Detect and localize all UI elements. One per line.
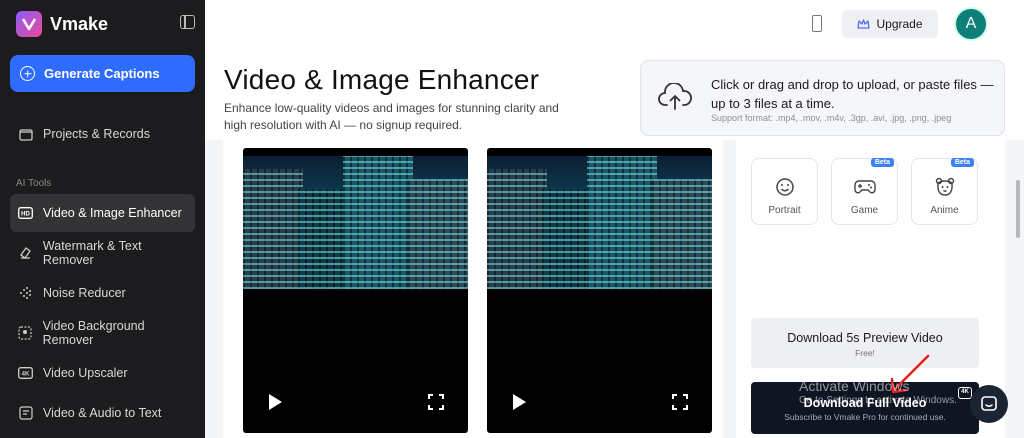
folder-icon bbox=[18, 127, 33, 142]
crown-icon bbox=[857, 18, 871, 29]
sidebar-item-label: Video Upscaler bbox=[43, 366, 128, 380]
sidebar-item-video-image-enhancer[interactable]: HD Video & Image Enhancer bbox=[10, 194, 195, 232]
beta-badge: Beta bbox=[950, 158, 974, 167]
sidebar-item-label: Video & Audio to Text bbox=[43, 406, 162, 420]
upload-dropzone[interactable]: Click or drag and drop to upload, or pas… bbox=[640, 60, 1005, 136]
noise-icon bbox=[18, 286, 33, 301]
svg-text:4K: 4K bbox=[22, 372, 30, 378]
brand-name: Vmake bbox=[50, 13, 109, 34]
mobile-icon[interactable] bbox=[812, 15, 822, 32]
upload-instructions: Click or drag and drop to upload, or pas… bbox=[711, 77, 994, 111]
upgrade-label: Upgrade bbox=[876, 17, 923, 31]
red-arrow-annotation-icon bbox=[890, 354, 930, 394]
cutout-icon bbox=[18, 326, 33, 341]
smile-icon bbox=[775, 178, 794, 196]
plus-circle-icon bbox=[20, 66, 35, 81]
4k-badge-icon: 4K bbox=[958, 387, 972, 399]
preview-area bbox=[223, 140, 723, 438]
generate-captions-button[interactable]: Generate Captions bbox=[10, 55, 195, 92]
bear-face-icon bbox=[935, 177, 954, 196]
4k-icon: 4K bbox=[18, 366, 33, 381]
play-icon[interactable] bbox=[269, 394, 282, 410]
download-preview-button[interactable]: Download 5s Preview Video Free! bbox=[751, 318, 979, 368]
brand[interactable]: Vmake bbox=[16, 9, 108, 39]
sidebar-item-video-upscaler[interactable]: 4K Video Upscaler bbox=[10, 354, 195, 392]
enhanced-video-player[interactable] bbox=[487, 148, 712, 433]
generate-captions-label: Generate Captions bbox=[44, 66, 160, 81]
top-bar: Upgrade A bbox=[205, 0, 1024, 48]
sidebar: Vmake Generate Captions Projects & Recor… bbox=[0, 0, 205, 438]
page-subtitle: Enhance low-quality videos and images fo… bbox=[224, 101, 559, 132]
vmake-logo-icon bbox=[16, 11, 42, 37]
sidebar-item-background-remover[interactable]: Video Background Remover bbox=[10, 314, 195, 352]
sidebar-item-label: Video Background Remover bbox=[42, 319, 145, 347]
download-full-sub: Subscribe to Vmake Pro for continued use… bbox=[784, 412, 946, 422]
mode-label: Anime bbox=[930, 205, 959, 216]
svg-text:HD: HD bbox=[21, 212, 30, 218]
sidebar-item-label: Watermark & Text Remover bbox=[42, 239, 142, 267]
fullscreen-icon[interactable] bbox=[428, 394, 444, 410]
sidebar-item-video-audio-to-text[interactable]: Video & Audio to Text bbox=[10, 394, 195, 432]
eraser-icon bbox=[18, 246, 33, 261]
chat-bubble-icon bbox=[981, 396, 997, 411]
gamepad-icon bbox=[853, 180, 876, 194]
sidebar-item-projects[interactable]: Projects & Records bbox=[10, 115, 195, 153]
sidebar-item-label: Projects & Records bbox=[43, 127, 150, 141]
download-full-label: Download Full Video bbox=[803, 396, 927, 410]
sidebar-item-watermark-remover[interactable]: Watermark & Text Remover bbox=[10, 234, 195, 272]
sidebar-item-label: Video & Image Enhancer bbox=[43, 206, 182, 220]
hd-icon: HD bbox=[18, 206, 33, 221]
section-label-ai-tools: AI Tools bbox=[16, 178, 52, 189]
download-preview-label: Download 5s Preview Video bbox=[787, 331, 943, 345]
chat-support-button[interactable] bbox=[970, 385, 1008, 423]
upload-formats: Support format: .mp4, .mov, .m4v, .3gp, … bbox=[711, 113, 952, 123]
mode-label: Game bbox=[850, 205, 879, 216]
original-video-player[interactable] bbox=[243, 148, 468, 433]
sidebar-item-label: Noise Reducer bbox=[43, 286, 126, 300]
download-preview-sub: Free! bbox=[855, 348, 875, 358]
video-thumbnail bbox=[487, 156, 712, 289]
cloud-upload-icon bbox=[658, 83, 692, 110]
video-thumbnail bbox=[243, 156, 468, 289]
mode-anime[interactable]: Beta Anime bbox=[911, 158, 978, 225]
fullscreen-icon[interactable] bbox=[672, 394, 688, 410]
upgrade-button[interactable]: Upgrade bbox=[842, 10, 938, 38]
play-icon[interactable] bbox=[513, 394, 526, 410]
enhance-options-panel: Portrait Beta Game Beta Anime Download 5… bbox=[736, 140, 1005, 438]
mode-portrait[interactable]: Portrait bbox=[751, 158, 818, 225]
avatar[interactable]: A bbox=[954, 7, 988, 41]
mode-label: Portrait bbox=[768, 205, 801, 216]
transcribe-icon bbox=[18, 406, 33, 421]
download-full-button[interactable]: 4K Download Full Video Subscribe to Vmak… bbox=[751, 382, 979, 434]
sidebar-collapse-icon[interactable] bbox=[180, 15, 195, 29]
mode-game[interactable]: Beta Game bbox=[831, 158, 898, 225]
page-title: Video & Image Enhancer bbox=[224, 64, 540, 95]
sidebar-item-noise-reducer[interactable]: Noise Reducer bbox=[10, 274, 195, 312]
beta-badge: Beta bbox=[870, 158, 894, 167]
page-scrollbar[interactable] bbox=[1016, 180, 1020, 238]
